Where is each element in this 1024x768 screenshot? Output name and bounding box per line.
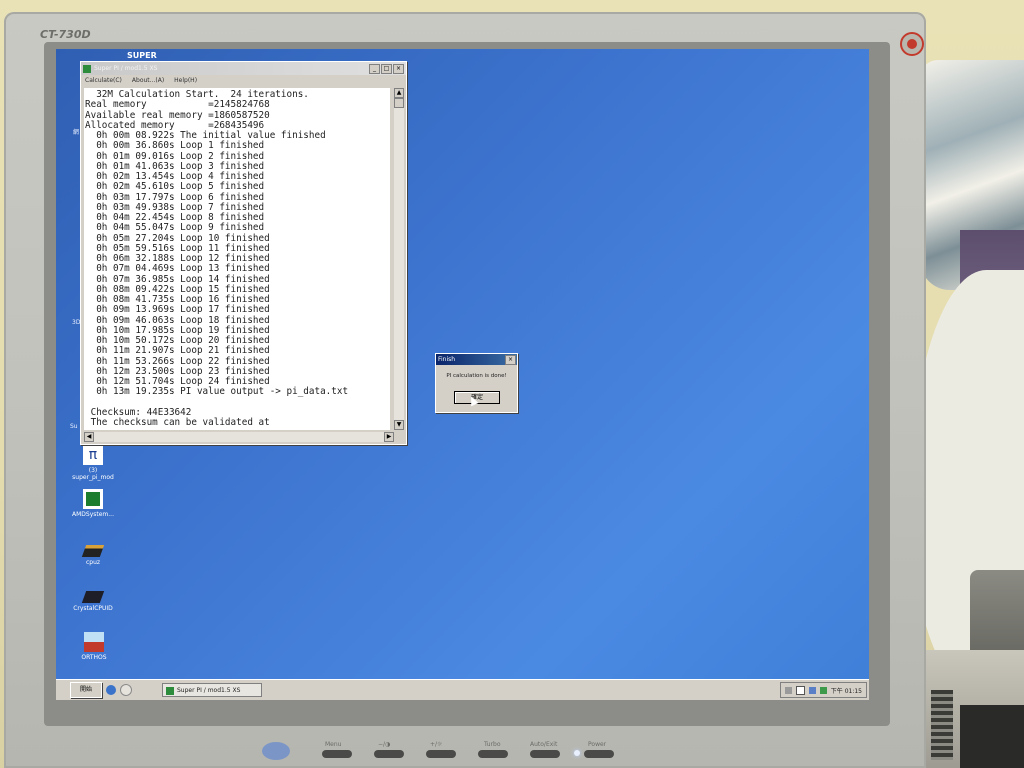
monitor-power-button[interactable] — [584, 750, 614, 758]
log-line: Real memory =2145824768 — [85, 99, 270, 111]
chip-icon — [81, 545, 105, 557]
network-icon[interactable] — [808, 686, 816, 694]
minimize-icon[interactable]: _ — [369, 63, 380, 74]
volume-icon[interactable] — [819, 686, 827, 694]
scroll-right-icon[interactable]: ▶ — [384, 432, 394, 442]
desktop-icon-crystalcpuid[interactable]: CrystalCPUID — [58, 585, 128, 612]
superpi-menubar: Calculate(C) About...(A) Help(H) — [81, 75, 406, 86]
desktop-edge-label: Su — [70, 423, 78, 430]
monitor-label-brightness: −/◑ — [378, 741, 391, 748]
monitor-model-label: CT-730D — [40, 28, 91, 41]
scroll-left-icon[interactable]: ◀ — [84, 432, 94, 442]
icon-sublabel: (3) — [88, 467, 98, 474]
menu-about[interactable]: About...(A) — [132, 77, 164, 84]
calculation-log[interactable]: 32M Calculation Start. 24 iterations. Rea… — [84, 88, 390, 430]
scroll-up-icon[interactable]: ▲ — [394, 88, 404, 98]
log-line: 0h 04m 55.047s Loop 9 finished — [85, 222, 265, 234]
icon-label: ORTHOS — [81, 654, 107, 661]
menu-calculate[interactable]: Calculate(C) — [85, 77, 122, 84]
close-icon[interactable]: × — [393, 63, 404, 74]
dialog-message: PI calculation is done! — [446, 373, 507, 379]
scroll-down-icon[interactable]: ▼ — [394, 420, 404, 430]
log-line: 0h 09m 13.969s Loop 17 finished — [85, 304, 270, 316]
desktop-icon-cpuz[interactable]: cpuz — [58, 539, 128, 566]
desktop-icon-orthos[interactable]: ORTHOS — [59, 632, 129, 661]
icon-label: AMDSystem... — [72, 511, 114, 518]
help-icon[interactable] — [795, 685, 805, 695]
desktop-top-label: SUPER — [127, 51, 157, 60]
close-icon[interactable]: × — [505, 354, 516, 365]
desktop-icon-super-pi[interactable]: π (3) super_pi_mod — [58, 445, 128, 481]
finish-dialog: Finish × PI calculation is done! 確定 — [435, 353, 518, 413]
chip-icon — [81, 591, 105, 603]
monitor-label-power: Power — [588, 741, 607, 748]
taskbar-item-superpi[interactable]: Super PI / mod1.5 XS — [162, 683, 262, 697]
log-line: The checksum can be validated at — [85, 417, 270, 428]
maximize-icon[interactable]: □ — [381, 63, 392, 74]
start-button[interactable]: 開始 — [70, 682, 102, 698]
desktop-screen: SUPER 網 3D Su π (3) super_pi_mod AMDSyst… — [56, 49, 869, 700]
monitor-auto-button[interactable] — [530, 750, 560, 758]
power-led-icon — [574, 750, 580, 756]
monitor-contrast-button[interactable] — [426, 750, 456, 758]
monitor-label-turbo: Turbo — [484, 741, 501, 748]
superpi-window: Super PI / mod1.5 XS _ □ × Calculate(C) … — [80, 61, 407, 445]
monitor-brightness-button[interactable] — [374, 750, 404, 758]
icon-label: cpuz — [85, 559, 101, 566]
orthos-icon — [84, 632, 104, 652]
desktop-icon[interactable] — [120, 684, 132, 696]
menu-help[interactable]: Help(H) — [174, 77, 197, 84]
brand-logo-icon — [262, 742, 290, 760]
desktop-edge-label: 網 — [73, 129, 80, 136]
monitor-menu-button[interactable] — [322, 750, 352, 758]
monitor-turbo-button[interactable] — [478, 750, 508, 758]
log-line: 0h 07m 04.469s Loop 13 finished — [85, 263, 270, 275]
ie-icon[interactable] — [106, 685, 116, 695]
background-pc-case — [925, 650, 1024, 768]
log-line: 0h 02m 45.610s Loop 5 finished — [85, 181, 265, 193]
icon-label: CrystalCPUID — [73, 605, 113, 612]
icon-label: super_pi_mod — [72, 474, 114, 481]
dialog-title: Finish — [438, 356, 456, 363]
log-line: 0h 00m 36.860s Loop 1 finished — [85, 140, 265, 152]
monitor-label-contrast: +/☼ — [430, 741, 443, 748]
monitor-label-menu: Menu — [325, 741, 342, 748]
log-line: 0h 11m 21.907s Loop 21 finished — [85, 345, 270, 357]
superpi-titlebar[interactable]: Super PI / mod1.5 XS _ □ × — [81, 62, 406, 75]
window-title: Super PI / mod1.5 XS — [94, 65, 158, 72]
scroll-thumb[interactable] — [394, 98, 404, 108]
monitor-badge-icon — [900, 32, 924, 56]
finish-dialog-titlebar[interactable]: Finish × — [436, 354, 517, 365]
vertical-scrollbar[interactable]: ▲ ▼ — [394, 88, 404, 430]
horizontal-scrollbar[interactable]: ◀ ▶ — [84, 432, 394, 442]
super-pi-icon: π — [83, 445, 103, 465]
superpi-app-icon — [83, 64, 91, 73]
printer-icon[interactable] — [784, 686, 792, 694]
clock: 下午 01:15 — [830, 687, 862, 695]
log-line: 0h 13m 19.235s PI value output -> pi_dat… — [85, 386, 349, 398]
taskbar: 開始 Super PI / mod1.5 XS 下午 01:15 — [56, 679, 869, 700]
desktop-icon-amd[interactable]: AMDSystem... — [58, 489, 128, 518]
monitor-label-auto: Auto/Exit — [530, 741, 558, 748]
system-tray: 下午 01:15 — [779, 682, 867, 698]
amd-icon — [83, 489, 103, 509]
